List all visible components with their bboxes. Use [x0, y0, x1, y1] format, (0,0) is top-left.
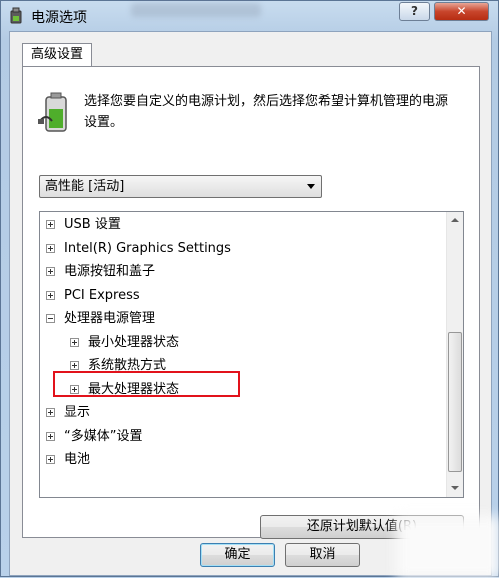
chevron-down-icon [307, 184, 315, 189]
tree-item-label: “多媒体”设置 [64, 428, 143, 444]
expand-plus-icon[interactable] [46, 431, 55, 441]
window-title: 电源选项 [31, 10, 87, 26]
highlight-box [53, 371, 240, 397]
tab-advanced-settings[interactable]: 高级设置 [22, 43, 92, 67]
expand-plus-icon[interactable] [46, 455, 55, 464]
power-options-window: 电源选项 ? ✕ 高级设置 选择您要自定义的电源计划，然后选择您希望计算机管理的… [0, 0, 499, 578]
advanced-settings-panel: 选择您要自定义的电源计划，然后选择您希望计算机管理的电源设置。 高性能 [活动]… [22, 66, 480, 539]
tree-item-label: 显示 [64, 405, 91, 420]
blurred-corner [396, 516, 499, 578]
tree-item-label: Intel(R) Graphics Settings [64, 240, 231, 256]
power-options-icon [10, 7, 22, 24]
battery-plug-icon [38, 92, 67, 132]
power-plan-dropdown[interactable]: 高性能 [活动] [39, 175, 322, 198]
scroll-thumb[interactable] [448, 332, 462, 472]
expand-plus-icon[interactable] [46, 290, 55, 300]
ok-button[interactable]: 确定 [200, 543, 275, 567]
tree-item-label: 处理器电源管理 [64, 311, 156, 326]
tree-scrollbar[interactable] [446, 212, 463, 497]
settings-tree[interactable]: USB 设置 Intel(R) Graphics Settings 电源按钮和盖子 P… [39, 211, 464, 498]
tree-item-label: 电池 [64, 452, 91, 467]
help-button[interactable]: ? [399, 2, 430, 21]
scroll-up-arrow-icon[interactable] [447, 212, 463, 229]
tree-item-label: USB 设置 [64, 217, 121, 232]
collapse-minus-icon[interactable] [46, 314, 55, 323]
expand-plus-icon[interactable] [46, 408, 55, 417]
blurred-region [131, 3, 261, 17]
expand-plus-icon[interactable] [46, 243, 55, 253]
cancel-button[interactable]: 取消 [285, 543, 360, 567]
tree-item-label: 电源按钮和盖子 [64, 264, 156, 279]
tree-item-label: 最小处理器状态 [88, 334, 180, 350]
scroll-down-arrow-icon[interactable] [447, 480, 463, 497]
description-text: 选择您要自定义的电源计划，然后选择您希望计算机管理的电源设置。 [84, 94, 449, 130]
title-bar[interactable]: 电源选项 ? ✕ [1, 1, 499, 31]
expand-plus-icon[interactable] [46, 267, 55, 276]
expand-plus-icon[interactable] [46, 220, 55, 229]
close-button[interactable]: ✕ [434, 2, 489, 21]
dialog-client-area: 高级设置 选择您要自定义的电源计划，然后选择您希望计算机管理的电源设置。 高性能… [9, 31, 492, 576]
power-plan-selected-value: 高性能 [活动] [45, 179, 125, 194]
expand-plus-icon[interactable] [70, 361, 79, 370]
settings-tree-list: USB 设置 Intel(R) Graphics Settings 电源按钮和盖子 P… [40, 212, 443, 497]
tree-item-label: PCI Express [64, 287, 140, 303]
expand-plus-icon[interactable] [70, 337, 79, 347]
